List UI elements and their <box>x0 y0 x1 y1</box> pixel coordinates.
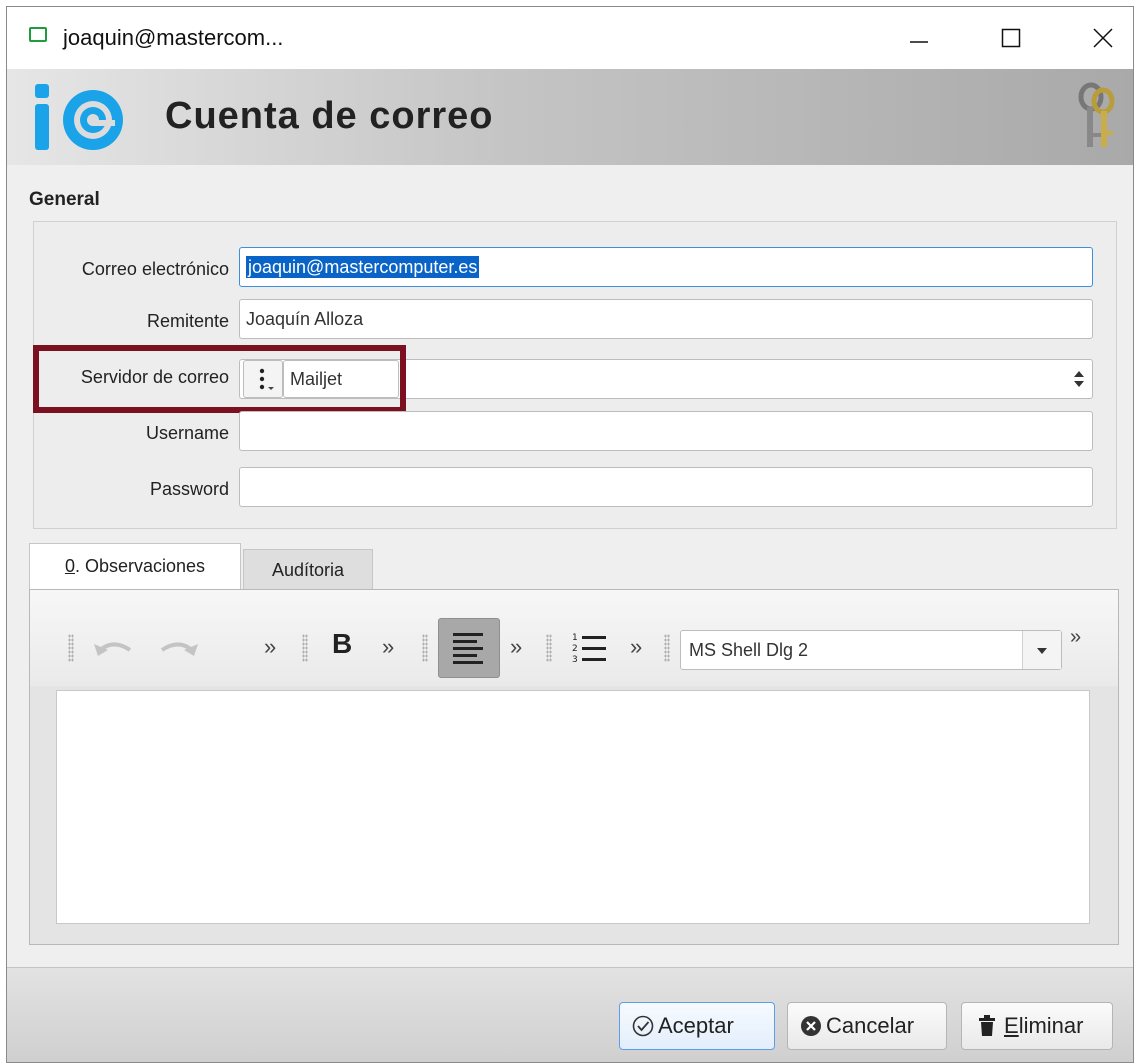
email-value: joaquin@mastercomputer.es <box>246 256 480 278</box>
highlight-frame <box>33 345 406 413</box>
toolbar-grip[interactable] <box>302 634 308 662</box>
email-field[interactable]: joaquin@mastercomputer.es <box>239 247 1093 287</box>
cancel-label: Cancelar <box>826 1013 915 1038</box>
check-circle-icon <box>632 1015 654 1037</box>
toolbar-overflow-3[interactable]: » <box>510 634 522 660</box>
password-field[interactable] <box>239 467 1093 507</box>
tab-observaciones[interactable]: 0. Observaciones <box>29 543 241 589</box>
maximize-button[interactable] <box>965 7 1057 69</box>
sender-label: Remitente <box>146 311 229 331</box>
observaciones-pane: » B » » 1 2 3 » MS Shell Dlg 2 » <box>29 589 1119 945</box>
toolbar-overflow-2[interactable]: » <box>382 634 394 660</box>
chevron-down-icon <box>1037 648 1047 654</box>
minimize-button[interactable] <box>873 7 965 69</box>
font-family-select[interactable]: MS Shell Dlg 2 <box>680 630 1062 670</box>
toolbar-overflow-1[interactable]: » <box>264 634 276 660</box>
dialog-footer: Aceptar Cancelar Eliminar <box>7 967 1133 1062</box>
window-title: joaquin@mastercom... <box>63 25 284 50</box>
delete-mnemonic: E <box>1004 1013 1019 1038</box>
toolbar-grip[interactable] <box>664 634 670 662</box>
email-label: Correo electrónico <box>81 259 229 279</box>
undo-icon[interactable] <box>92 636 136 660</box>
tab-auditoria[interactable]: Audítoria <box>243 549 373 589</box>
tab-observaciones-mnemonic: 0 <box>64 556 75 576</box>
numbered-list-icon[interactable]: 1 2 3 <box>570 630 610 666</box>
sender-field[interactable]: Joaquín Alloza <box>239 299 1093 339</box>
spin-arrows-icon <box>1074 371 1084 387</box>
username-field[interactable] <box>239 411 1093 451</box>
title-bar: joaquin@mastercom... <box>7 7 1133 69</box>
close-icon <box>1093 28 1113 48</box>
svg-text:1: 1 <box>572 633 578 643</box>
keys-icon <box>1078 82 1115 147</box>
server-spin-button[interactable] <box>1067 360 1091 398</box>
svg-text:2: 2 <box>572 644 578 654</box>
cancel-button[interactable]: Cancelar <box>787 1002 947 1050</box>
trash-icon <box>979 1015 995 1036</box>
header-banner: Cuenta de correo <box>7 69 1133 165</box>
font-dropdown-button[interactable] <box>1022 631 1061 669</box>
window-icon <box>29 27 47 42</box>
toolbar-overflow-4[interactable]: » <box>630 634 642 660</box>
redo-icon[interactable] <box>156 636 200 660</box>
font-family-value: MS Shell Dlg 2 <box>689 640 809 660</box>
page-title: Cuenta de correo <box>165 95 494 137</box>
editor-toolbar: » B » » 1 2 3 » MS Shell Dlg 2 » <box>30 590 1118 686</box>
align-left-icon <box>453 633 483 664</box>
close-button[interactable] <box>1057 7 1133 69</box>
delete-label: Eliminar <box>1004 1003 1083 1049</box>
io-logo-icon <box>35 84 123 150</box>
delete-label-rest: liminar <box>1018 1013 1084 1038</box>
svg-text:3: 3 <box>572 655 578 665</box>
observaciones-editor[interactable] <box>56 690 1090 924</box>
toolbar-grip[interactable] <box>68 634 74 662</box>
accept-label: Aceptar <box>658 1013 734 1038</box>
general-section-title: General <box>29 189 100 210</box>
username-label: Username <box>145 423 229 443</box>
align-left-button[interactable] <box>438 618 500 678</box>
minimize-icon <box>910 41 928 43</box>
password-label: Password <box>149 479 229 499</box>
toolbar-grip[interactable] <box>546 634 552 662</box>
cancel-circle-icon <box>801 1016 821 1036</box>
tab-auditoria-label: Audítoria <box>271 560 345 580</box>
sender-value: Joaquín Alloza <box>246 309 364 329</box>
maximize-icon <box>1001 28 1021 48</box>
account-dialog: joaquin@mastercom... Cuenta de correo Ge… <box>6 6 1134 1063</box>
toolbar-grip[interactable] <box>422 634 428 662</box>
delete-button[interactable]: Eliminar <box>961 1002 1113 1050</box>
tab-observaciones-label: . Observaciones <box>74 556 206 576</box>
accept-button[interactable]: Aceptar <box>619 1002 775 1050</box>
toolbar-overflow-5[interactable]: » <box>1070 626 1081 649</box>
bold-button[interactable]: B <box>332 628 352 660</box>
